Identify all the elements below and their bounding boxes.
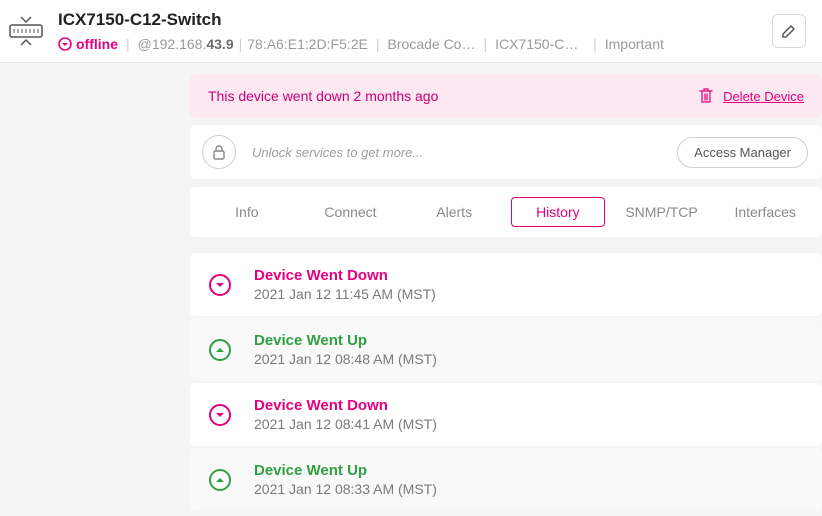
status-badge: offline [58,36,118,52]
tab-info[interactable]: Info [200,197,294,227]
history-event-title: Device Went Up [254,332,437,349]
history-row[interactable]: Device Went Down 2021 Jan 12 11:45 AM (MS… [190,253,822,316]
device-priority: Important [605,36,664,52]
edit-button[interactable] [772,14,806,48]
device-mac: 78:A6:E1:2D:F5:2E [247,36,368,52]
tab-connect[interactable]: Connect [304,197,398,227]
lock-icon [202,135,236,169]
tab-alerts[interactable]: Alerts [407,197,501,227]
tab-history[interactable]: History [511,197,605,227]
history-row[interactable]: Device Went Down 2021 Jan 12 08:41 AM (MS… [190,383,822,446]
unlock-bar: Unlock services to get more... Access Ma… [190,125,822,179]
history-row[interactable]: Device Went Up 2021 Jan 12 08:48 AM (MST) [190,318,822,381]
device-model: ICX7150-C1… [495,36,585,52]
unlock-placeholder: Unlock services to get more... [252,145,677,160]
status-label: offline [76,36,118,52]
history-event-time: 2021 Jan 12 08:33 AM (MST) [254,481,437,497]
device-vendor: Brocade Co… [388,36,476,52]
tabs: Info Connect Alerts History SNMP/TCP Interfac… [190,187,822,237]
tab-snmp-tcp[interactable]: SNMP/TCP [615,197,709,227]
device-header: ICX7150-C12-Switch offline | @192.168.43… [0,0,822,63]
device-title: ICX7150-C12-Switch [58,10,772,30]
history-list: Device Went Down 2021 Jan 12 11:45 AM (MS… [190,253,822,511]
down-arrow-icon [208,403,232,427]
history-event-time: 2021 Jan 12 08:48 AM (MST) [254,351,437,367]
offline-indicator-icon [58,37,72,51]
delete-device-link[interactable]: Delete Device [723,89,804,104]
trash-icon[interactable] [699,88,713,104]
tab-interfaces[interactable]: Interfaces [718,197,812,227]
access-manager-button[interactable]: Access Manager [677,137,808,168]
down-arrow-icon [208,273,232,297]
banner-text: This device went down 2 months ago [208,88,438,104]
device-ip: @192.168.43.9 [138,36,234,52]
history-event-title: Device Went Down [254,397,437,414]
device-meta-row: offline | @192.168.43.9 | 78:A6:E1:2D:F5… [58,36,772,52]
history-event-time: 2021 Jan 12 11:45 AM (MST) [254,286,436,302]
alert-banner: This device went down 2 months ago Delet… [190,75,822,117]
up-arrow-icon [208,338,232,362]
history-row[interactable]: Device Went Up 2021 Jan 12 08:33 AM (MST) [190,448,822,511]
up-arrow-icon [208,468,232,492]
pencil-icon [781,23,797,39]
history-event-time: 2021 Jan 12 08:41 AM (MST) [254,416,437,432]
history-event-title: Device Went Up [254,462,437,479]
device-type-icon [8,13,44,49]
history-event-title: Device Went Down [254,267,436,284]
